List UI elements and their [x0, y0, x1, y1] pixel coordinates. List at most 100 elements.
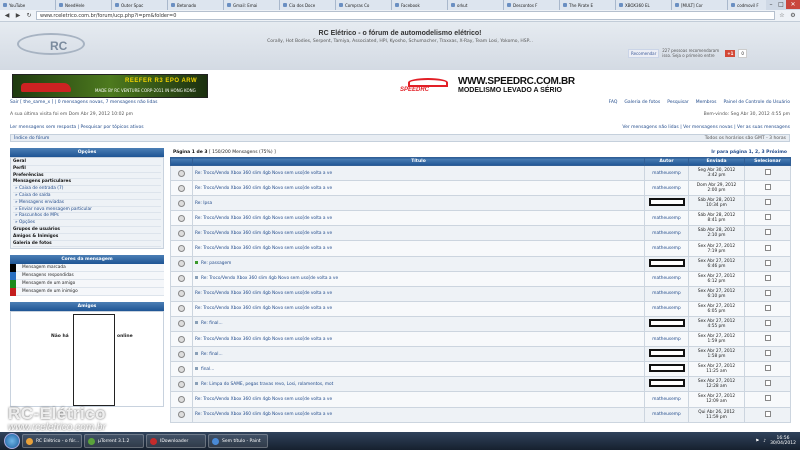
taskbar-item[interactable]: IDownloader	[146, 434, 206, 448]
message-title-link[interactable]: Re: final...	[201, 321, 223, 326]
banner-reefer[interactable]: REEFER R3 EPO ARW MADE BY RC VENTURE COR…	[12, 74, 208, 98]
message-title-link[interactable]: Re: Troco/Vendo Xbox 360 slim 4gb Novo s…	[195, 231, 332, 236]
author-link[interactable]: matheusemp	[652, 412, 680, 417]
forward-icon[interactable]: ▶	[14, 12, 22, 20]
sidebar-item[interactable]: Geral	[13, 159, 161, 166]
browser-tab[interactable]: The Pirate E	[560, 0, 616, 10]
logout-link[interactable]: Sair [ the_same_x ] | 0 mensagens novas,…	[10, 100, 157, 107]
goto-page[interactable]: Ir para página 1, 2, 3 Próximo	[711, 150, 787, 155]
select-checkbox[interactable]	[764, 229, 771, 236]
message-row[interactable]: Re: Troco/Vendo Xbox 360 slim 4gb Novo s…	[170, 285, 791, 302]
message-title-link[interactable]: Re: Troco/Vendo Xbox 360 slim 4gb Novo s…	[195, 337, 332, 342]
reload-icon[interactable]: ↻	[25, 12, 33, 20]
sidebar-item[interactable]: Galeria de fotos	[13, 241, 161, 248]
author-link[interactable]: matheusemp	[652, 337, 680, 342]
message-title-link[interactable]: Re: Troco/Vendo Xbox 360 slim 4gb Novo s…	[195, 412, 332, 417]
title-column-header[interactable]: Título	[192, 157, 645, 166]
author-link[interactable]: matheusemp	[652, 186, 680, 191]
banner-speedrc[interactable]: SPEEDRC WWW.SPEEDRC.COM.BR MODELISMO LEV…	[398, 74, 603, 98]
minimize-button[interactable]: –	[766, 0, 776, 9]
gplus-button[interactable]: +1	[725, 49, 736, 57]
sidebar-item[interactable]: Amigos & Inimigos	[13, 234, 161, 241]
select-checkbox[interactable]	[764, 319, 771, 326]
select-checkbox[interactable]	[764, 350, 771, 357]
select-checkbox[interactable]	[764, 380, 771, 387]
message-row[interactable]: Re: Troco/Vendo Xbox 360 slim 4gb Novo s…	[170, 391, 791, 408]
message-row[interactable]: Re: Troco/Vendo Xbox 360 slim 4gb Novo s…	[170, 240, 791, 257]
message-row[interactable]: Re: Limpa do SAME, pegas travas revo, Lo…	[170, 376, 791, 393]
taskbar-item[interactable]: RC Elétrico - o fór...	[22, 434, 82, 448]
author-link[interactable]: matheusemp	[652, 246, 680, 251]
browser-tab[interactable]: Outer Spac	[112, 0, 168, 10]
select-checkbox[interactable]	[764, 244, 771, 251]
ucp-link[interactable]: Painel de Controle do Usuário	[724, 100, 790, 107]
select-checkbox[interactable]	[764, 259, 771, 266]
url-input[interactable]: www.rceletrico.com.br/forum/ucp.php?i=pm…	[36, 11, 775, 20]
message-row[interactable]: Re: Troco/Vendo Xbox 360 slim 4gb Novo s…	[170, 180, 791, 197]
volume-icon[interactable]: ♪	[763, 439, 766, 444]
sidebar-item[interactable]: » Mensagens enviadas	[13, 200, 161, 207]
message-title-link[interactable]: Re: Troco/Vendo Xbox 360 slim 4gb Novo s…	[195, 397, 332, 402]
browser-tab[interactable]: [MULT] Cor	[672, 0, 728, 10]
message-row[interactable]: Re: Troco/Vendo Xbox 360 slim 4gb Novo s…	[170, 164, 791, 182]
select-checkbox[interactable]	[764, 335, 771, 342]
browser-tab[interactable]: Facebook	[392, 0, 448, 10]
message-title-link[interactable]: Re: Troco/Vendo Xbox 360 slim 4gb Novo s…	[195, 171, 332, 176]
author-link[interactable]: matheusemp	[652, 216, 680, 221]
members-link[interactable]: Membros	[696, 100, 717, 107]
message-title-link[interactable]: Re: Troco/Vendo Xbox 360 slim 4gb Novo s…	[195, 291, 332, 296]
author-link[interactable]: matheusemp	[652, 171, 680, 176]
browser-tab[interactable]: Betonado	[168, 0, 224, 10]
browser-tab[interactable]: Cia dos Doce	[280, 0, 336, 10]
star-icon[interactable]: ☆	[778, 12, 786, 20]
sidebar-item[interactable]: Perfil	[13, 166, 161, 173]
message-row[interactable]: Re: final... Sex Abr 27, 2012 4:55 pm	[170, 315, 791, 333]
author-link[interactable]: matheusemp	[652, 276, 680, 281]
search-link[interactable]: Pesquisar	[667, 100, 689, 107]
sent-column-header[interactable]: Enviada	[688, 157, 745, 166]
browser-tab[interactable]: YouTube	[0, 0, 56, 10]
author-link[interactable]: matheusemp	[652, 291, 680, 296]
message-row[interactable]: Re: Troco/Vendo Xbox 360 slim 4gb Novo s…	[170, 331, 791, 348]
browser-tab[interactable]: XBOX360 EL	[616, 0, 672, 10]
close-button[interactable]: ✕	[786, 0, 800, 9]
message-row[interactable]: Re: Troco/Vendo Xbox 360 slim 4gb Novo s…	[170, 406, 791, 423]
author-link[interactable]: matheusemp	[652, 231, 680, 236]
author-link[interactable]: matheusemp	[652, 306, 680, 311]
select-checkbox[interactable]	[764, 274, 771, 281]
message-title-link[interactable]: Re: final...	[201, 352, 223, 357]
unanswered-link[interactable]: Ler mensagens sem resposta | Pesquisar p…	[10, 125, 144, 131]
message-row[interactable]: Re: Troco/Vendo Xbox 360 slim 4gb Novo s…	[170, 300, 791, 317]
sidebar-item[interactable]: » Rascunhos de MPs	[13, 213, 161, 221]
sidebar-item[interactable]: Grupos de usuários	[13, 227, 161, 234]
select-checkbox[interactable]	[764, 199, 771, 206]
select-checkbox[interactable]	[764, 184, 771, 191]
browser-tab[interactable]: Compras Co	[336, 0, 392, 10]
taskbar-item[interactable]: µTorrent 3.1.2	[84, 434, 144, 448]
sidebar-item[interactable]: » Caixa de entrada (7)	[13, 186, 161, 193]
author-link[interactable]: matheusemp	[652, 397, 680, 402]
maximize-button[interactable]: □	[776, 0, 786, 9]
select-checkbox[interactable]	[764, 395, 771, 402]
faq-link[interactable]: FAQ	[609, 100, 618, 107]
fb-recommend-button[interactable]: Recomendar	[628, 48, 660, 58]
clock[interactable]: 16:56 30/04/2012	[770, 436, 796, 447]
message-title-link[interactable]: Re: Troco/Vendo Xbox 360 slim 4gb Novo s…	[195, 186, 332, 191]
message-title-link[interactable]: Re: Limpa do SAME, pegas travas revo, Lo…	[201, 382, 333, 387]
wrench-icon[interactable]: ⚙	[789, 12, 797, 20]
forum-index-link[interactable]: Índice do fórum	[14, 136, 49, 141]
message-row[interactable]: Re: Ipsa Sáb Abr 28, 2012 10:34 pm	[170, 195, 791, 212]
message-row[interactable]: final... Sex Abr 27, 2012 11:25 am	[170, 361, 791, 378]
message-title-link[interactable]: final...	[201, 367, 214, 372]
message-row[interactable]: Re: final... Sex Abr 27, 2012 1:58 pm	[170, 346, 791, 363]
select-checkbox[interactable]	[764, 410, 771, 417]
gallery-link[interactable]: Galeria de fotos	[624, 100, 660, 107]
author-column-header[interactable]: Autor	[644, 157, 689, 166]
browser-tab[interactable]: Descontos F	[504, 0, 560, 10]
start-button[interactable]	[4, 433, 20, 449]
browser-tab[interactable]: orkut	[448, 0, 504, 10]
message-row[interactable]: Re: Troco/Vendo Xbox 360 slim 4gb Novo s…	[170, 210, 791, 227]
message-title-link[interactable]: Re: Troco/Vendo Xbox 360 slim 4gb Novo s…	[195, 216, 332, 221]
message-row[interactable]: Re: Troco/Vendo Xbox 360 slim 4gb Novo s…	[170, 225, 791, 242]
message-title-link[interactable]: Re: Troco/Vendo Xbox 360 slim 4gb Novo s…	[195, 246, 332, 251]
